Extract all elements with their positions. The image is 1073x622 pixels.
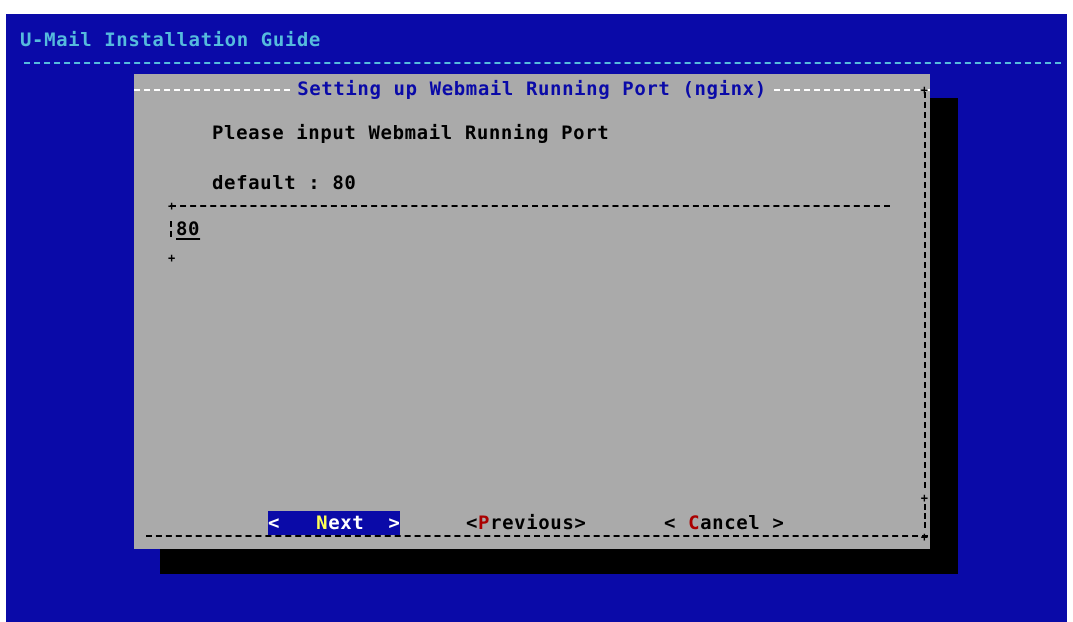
dialog-title-text: Setting up Webmail Running Port (nginx) xyxy=(291,78,773,100)
port-input-text[interactable]: 80 xyxy=(176,218,200,240)
next-button-hotkey: N xyxy=(316,512,329,534)
cancel-button-hotkey: C xyxy=(688,512,701,534)
cancel-button-close: > xyxy=(760,512,785,534)
previous-button-label: revious xyxy=(490,512,575,534)
port-input[interactable]: 80 xyxy=(170,217,890,241)
cancel-button-open: < xyxy=(664,512,689,534)
backtitle: U-Mail Installation Guide xyxy=(20,29,321,51)
next-button-label: ext xyxy=(328,512,365,534)
button-bar: < Next > <Previous> < Cancel > xyxy=(134,511,930,537)
next-button-open: < xyxy=(268,512,281,534)
cancel-button[interactable]: < Cancel > xyxy=(664,511,784,535)
cancel-button-label: ancel xyxy=(700,512,761,534)
input-box-top-border xyxy=(170,205,890,207)
terminal-screen: U-Mail Installation Guide + + + Setting … xyxy=(6,14,1067,622)
next-button-close: > xyxy=(388,512,401,534)
input-box-left-border xyxy=(170,221,174,237)
dialog-right-border xyxy=(924,92,926,488)
previous-button-open: < xyxy=(466,512,479,534)
dialog-title: Setting up Webmail Running Port (nginx) xyxy=(134,77,930,101)
input-dialog: + + + Setting up Webmail Running Port (n… xyxy=(134,74,930,549)
backtitle-divider xyxy=(24,62,1061,64)
next-button[interactable]: < Next > xyxy=(268,511,400,535)
port-input-value[interactable]: 80 xyxy=(176,217,200,241)
input-box-corner-bottom: + xyxy=(168,251,176,265)
previous-button-hotkey: P xyxy=(478,512,491,534)
previous-button[interactable]: <Previous> xyxy=(466,511,586,535)
prompt-text: Please input Webmail Running Port xyxy=(212,122,610,144)
default-value-text: default : 80 xyxy=(212,172,357,194)
previous-button-close: > xyxy=(574,512,587,534)
dialog-right-joint: + xyxy=(920,491,928,505)
